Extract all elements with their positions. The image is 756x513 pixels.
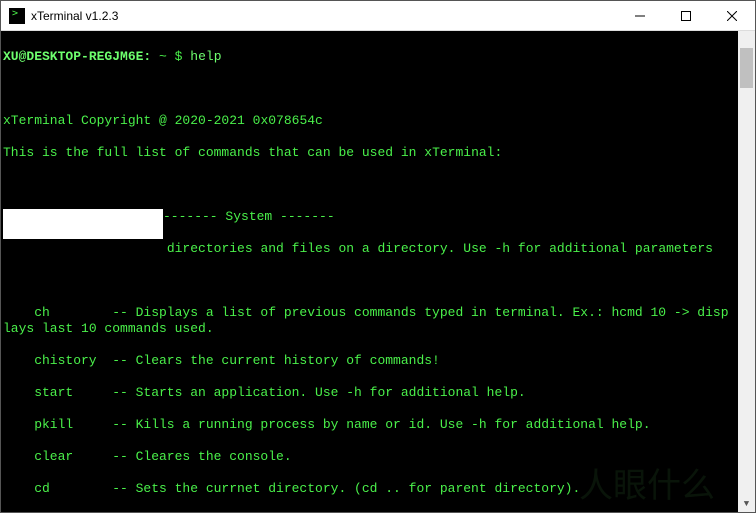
prompt-symbol: $	[175, 49, 183, 64]
redacted-block	[3, 209, 163, 239]
section-header: ------- System -------	[163, 209, 335, 224]
prompt-path: ~	[151, 49, 174, 64]
scroll-thumb[interactable]	[740, 48, 753, 88]
prompt-user-host: XU@DESKTOP-REGJM6E:	[3, 49, 151, 64]
help-row: ch-- Displays a list of previous command…	[3, 305, 736, 337]
app-window: xTerminal v1.2.3 XU@DESKTOP-REGJM6E: ~ $…	[0, 0, 756, 513]
help-row: pkill-- Kills a running process by name …	[3, 417, 736, 433]
maximize-button[interactable]	[663, 1, 709, 31]
scroll-track[interactable]	[738, 48, 755, 495]
help-row: start-- Starts an application. Use -h fo…	[3, 385, 736, 401]
close-button[interactable]	[709, 1, 755, 31]
minimize-button[interactable]	[617, 1, 663, 31]
help-row: cd-- Sets the currnet directory. (cd .. …	[3, 481, 736, 497]
window-title: xTerminal v1.2.3	[31, 9, 617, 23]
help-row: clear-- Cleares the console.	[3, 449, 736, 465]
copyright-line: xTerminal Copyright @ 2020-2021 0x078654…	[3, 113, 736, 129]
scroll-down-arrow-icon[interactable]: ▼	[738, 495, 755, 512]
redacted-tail: directories and files on a directory. Us…	[159, 241, 713, 256]
scrollbar[interactable]: ▲ ▼	[738, 31, 755, 512]
app-icon	[9, 8, 25, 24]
titlebar[interactable]: xTerminal v1.2.3	[1, 1, 755, 31]
terminal-area[interactable]: XU@DESKTOP-REGJM6E: ~ $ help xTerminal C…	[1, 31, 755, 512]
help-row: chistory-- Clears the current history of…	[3, 353, 736, 369]
intro-line: This is the full list of commands that c…	[3, 145, 736, 161]
typed-command: help	[190, 49, 221, 64]
terminal-content: XU@DESKTOP-REGJM6E: ~ $ help xTerminal C…	[3, 33, 736, 510]
